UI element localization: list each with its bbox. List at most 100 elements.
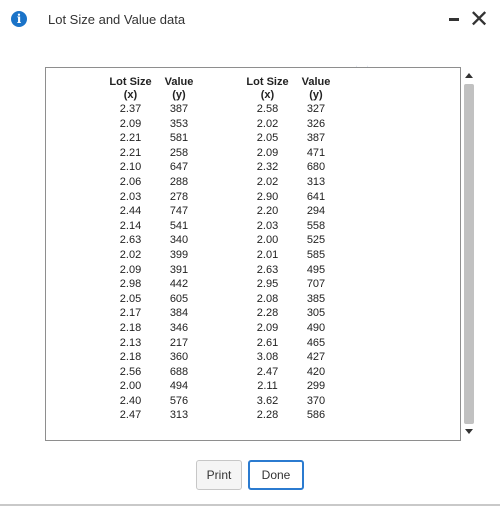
lot-size-cell: 2.47 xyxy=(119,409,142,422)
column-gap xyxy=(205,248,245,263)
lot-size-cell: 2.02 xyxy=(256,175,279,188)
value-cell: 747 xyxy=(169,205,189,218)
column-gap xyxy=(205,76,245,102)
lot-size-cell: 2.28 xyxy=(256,307,279,320)
value-cell: 605 xyxy=(169,292,189,305)
lot-size-cell: 3.08 xyxy=(256,351,279,364)
lot-size-cell: 2.47 xyxy=(256,365,279,378)
column-gap xyxy=(205,219,245,234)
header-unit: (y) xyxy=(172,89,186,101)
lot-size-cell: 2.03 xyxy=(119,190,142,203)
value-cell: 299 xyxy=(306,380,326,393)
lot-size-cell: 2.09 xyxy=(119,117,142,130)
value-cell: 581 xyxy=(169,132,189,145)
table-row: 2.56 688 2.47 420 xyxy=(108,365,342,380)
lot-size-cell: 2.44 xyxy=(119,205,142,218)
value-cell: 399 xyxy=(169,248,189,261)
value-cell: 384 xyxy=(169,307,189,320)
header-label: Value xyxy=(301,76,331,88)
lot-size-cell: 2.90 xyxy=(256,190,279,203)
done-button[interactable]: Done xyxy=(248,460,304,490)
lot-size-cell: 2.09 xyxy=(256,146,279,159)
column-gap xyxy=(205,160,245,175)
print-button[interactable]: Print xyxy=(196,460,242,490)
table-row: 2.47 313 2.28 586 xyxy=(108,408,342,423)
lot-size-cell: 2.98 xyxy=(119,278,142,291)
value-cell: 647 xyxy=(169,161,189,174)
vertical-scrollbar[interactable] xyxy=(461,67,477,441)
info-icon: i xyxy=(11,11,27,27)
header-value-1: Value (y) xyxy=(153,76,205,102)
scroll-up-arrow-icon[interactable] xyxy=(465,73,473,78)
column-gap xyxy=(205,131,245,146)
column-gap xyxy=(205,365,245,380)
lot-size-cell: 2.18 xyxy=(119,321,142,334)
table-body: 2.37 387 2.58 327 2.09 353 2.02 326 2.21 581 2.05 3… xyxy=(108,102,342,423)
column-gap xyxy=(205,102,245,117)
value-cell: 558 xyxy=(306,219,326,232)
minimize-icon[interactable] xyxy=(449,18,459,21)
column-gap xyxy=(205,263,245,278)
value-cell: 288 xyxy=(169,175,189,188)
lot-size-cell: 2.00 xyxy=(119,380,142,393)
column-gap xyxy=(205,321,245,336)
table-row: 2.40 576 3.62 370 xyxy=(108,394,342,409)
lot-size-cell: 2.56 xyxy=(119,365,142,378)
lot-size-cell: 2.21 xyxy=(119,146,142,159)
header-label: Lot Size xyxy=(109,76,152,88)
column-gap xyxy=(205,204,245,219)
table-row: 2.09 353 2.02 326 xyxy=(108,117,342,132)
lot-size-cell: 2.09 xyxy=(119,263,142,276)
value-cell: 427 xyxy=(306,351,326,364)
scroll-down-arrow-icon[interactable] xyxy=(465,429,473,434)
value-cell: 586 xyxy=(306,409,326,422)
value-cell: 585 xyxy=(306,248,326,261)
value-cell: 495 xyxy=(306,263,326,276)
lot-size-cell: 2.00 xyxy=(256,234,279,247)
header-value-2: Value (y) xyxy=(290,76,342,102)
lot-size-cell: 2.02 xyxy=(256,117,279,130)
lot-size-cell: 2.11 xyxy=(257,380,278,393)
data-table: Lot Size (x) Value (y) Lot Size (x) Valu… xyxy=(108,76,342,423)
value-cell: 313 xyxy=(169,409,189,422)
table-row: 2.18 360 3.08 427 xyxy=(108,350,342,365)
table-row: 2.14 541 2.03 558 xyxy=(108,219,342,234)
column-gap xyxy=(205,306,245,321)
value-cell: 525 xyxy=(306,234,326,247)
lot-size-cell: 2.01 xyxy=(256,248,279,261)
value-cell: 313 xyxy=(306,175,326,188)
lot-size-cell: 2.21 xyxy=(119,132,142,145)
column-gap xyxy=(205,292,245,307)
column-gap xyxy=(205,175,245,190)
lot-size-cell: 2.63 xyxy=(256,263,279,276)
table-row: 2.06 288 2.02 313 xyxy=(108,175,342,190)
column-gap xyxy=(205,379,245,394)
value-cell: 327 xyxy=(306,103,326,115)
value-cell: 387 xyxy=(169,103,189,115)
table-row: 2.44 747 2.20 294 xyxy=(108,204,342,219)
value-cell: 541 xyxy=(169,219,189,232)
table-row: 2.09 391 2.63 495 xyxy=(108,263,342,278)
lot-size-cell: 2.10 xyxy=(119,161,142,174)
table-row: 2.00 494 2.11 299 xyxy=(108,379,342,394)
lot-size-cell: 2.06 xyxy=(119,175,142,188)
value-cell: 442 xyxy=(169,278,189,291)
lot-size-cell: 2.40 xyxy=(119,394,142,407)
column-gap xyxy=(205,350,245,365)
lot-size-cell: 2.17 xyxy=(119,307,142,320)
header-lot-size-1: Lot Size (x) xyxy=(108,76,153,102)
header-row: Lot Size (x) Value (y) Lot Size (x) Valu… xyxy=(108,76,342,102)
value-cell: 471 xyxy=(306,146,326,159)
header-label: Value xyxy=(164,76,194,88)
scroll-thumb[interactable] xyxy=(464,84,474,424)
close-icon[interactable]: ✕ xyxy=(466,5,492,33)
column-gap xyxy=(205,146,245,161)
lot-size-cell: 2.95 xyxy=(256,278,279,291)
table-row: 2.21 258 2.09 471 xyxy=(108,146,342,161)
lot-size-cell: 2.14 xyxy=(119,219,142,232)
lot-size-cell: 2.08 xyxy=(256,292,279,305)
value-cell: 490 xyxy=(306,321,326,334)
lot-size-cell: 2.37 xyxy=(119,103,142,115)
column-gap xyxy=(205,336,245,351)
value-cell: 465 xyxy=(306,336,326,349)
